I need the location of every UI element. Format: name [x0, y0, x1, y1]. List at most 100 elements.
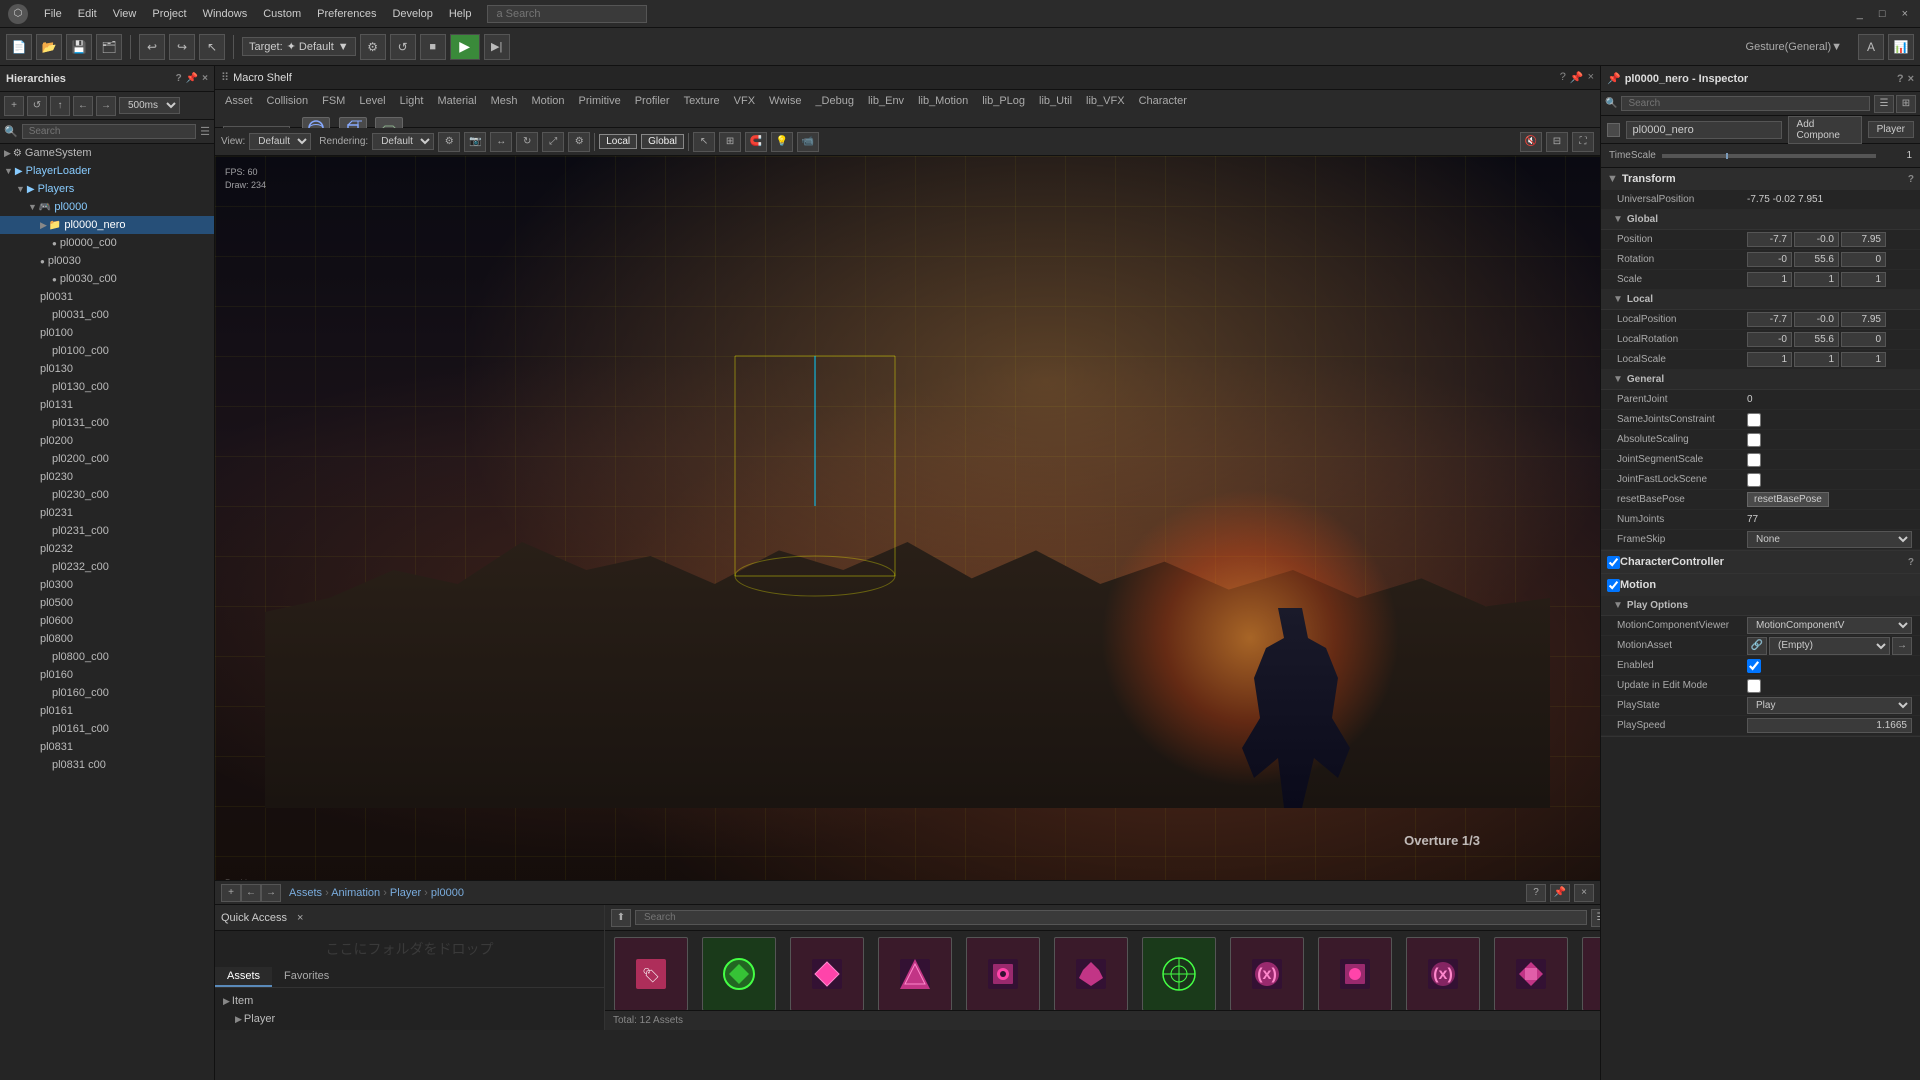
same-joints-check[interactable]	[1747, 413, 1761, 427]
tree-item-pl0800[interactable]: pl0800	[0, 630, 214, 648]
hier-up-btn[interactable]: ↑	[50, 96, 70, 116]
vp-fullscreen-btn[interactable]: ⛶	[1572, 132, 1594, 152]
insp-view-btn-1[interactable]: ☰	[1874, 95, 1894, 113]
asset-item-parameter[interactable]: (x) pl0000_parameter	[1227, 937, 1307, 1010]
vp-scale-btn[interactable]: ⤢	[542, 132, 564, 152]
qa-item-commondamage[interactable]: ▶ CommonDamage	[219, 1028, 600, 1030]
character-controller-check[interactable]	[1607, 556, 1620, 569]
tree-item-pl0000[interactable]: ▼ 🎮 pl0000	[0, 198, 214, 216]
view-select[interactable]: Default	[249, 133, 311, 150]
asset-item-pl0000a[interactable]: pl0000_a	[699, 937, 779, 1010]
vp-more-btn[interactable]: ⚙	[568, 132, 590, 152]
tab-motion[interactable]: Motion	[526, 94, 571, 108]
tree-item-pl0300[interactable]: pl0300	[0, 576, 214, 594]
qa-item-item[interactable]: ▶ Item	[219, 992, 600, 1010]
motion-asset-link-btn[interactable]: 🔗	[1747, 637, 1767, 655]
tree-item-pl0131[interactable]: pl0131	[0, 396, 214, 414]
qa-tab-assets[interactable]: Assets	[215, 967, 272, 987]
vp-snap-btn[interactable]: 🧲	[745, 132, 767, 152]
hier-pin[interactable]: 📌	[186, 73, 198, 84]
menu-custom[interactable]: Custom	[255, 6, 309, 22]
play-button[interactable]: ▶	[450, 34, 480, 60]
reset-base-btn[interactable]: resetBasePose	[1747, 492, 1829, 507]
menu-develop[interactable]: Develop	[384, 6, 440, 22]
rotation-y[interactable]	[1794, 252, 1839, 267]
local-rotation-y[interactable]	[1794, 332, 1839, 347]
asset-item-nerozero[interactable]: 🏷 ネロ/アクションタグ	[611, 937, 691, 1010]
position-x[interactable]	[1747, 232, 1792, 247]
qa-item-player[interactable]: ▶ Player	[219, 1010, 600, 1028]
open-btn[interactable]: 📂	[36, 34, 62, 60]
save-all-btn[interactable]: 🗂	[96, 34, 122, 60]
asset-item-camera[interactable]: pl0000_camera	[963, 937, 1043, 1010]
tree-item-pl0600[interactable]: pl0600	[0, 612, 214, 630]
vp-select-btn[interactable]: ↖	[693, 132, 715, 152]
transform-header[interactable]: ▼ Transform ?	[1601, 168, 1920, 190]
tab-texture[interactable]: Texture	[678, 94, 726, 108]
local-rotation-x[interactable]	[1747, 332, 1792, 347]
local-scale-y[interactable]	[1794, 352, 1839, 367]
menu-edit[interactable]: Edit	[70, 6, 105, 22]
local-scale-z[interactable]	[1841, 352, 1886, 367]
local-rotation-z[interactable]	[1841, 332, 1886, 347]
tree-item-pl0000-c00[interactable]: ● pl0000_c00	[0, 234, 214, 252]
asset-item-pl0000b[interactable]: pl0000	[787, 937, 867, 1010]
tab-profiler[interactable]: Profiler	[629, 94, 676, 108]
hier-refresh-btn[interactable]: ↺	[27, 96, 47, 116]
vp-grid-btn[interactable]: ⊞	[719, 132, 741, 152]
hier-back-btn[interactable]: ←	[73, 96, 93, 116]
tree-item-pl0200-c00[interactable]: pl0200_c00	[0, 450, 214, 468]
tab-debug[interactable]: _Debug	[809, 94, 860, 108]
tree-item-pl0030[interactable]: ● pl0030	[0, 252, 214, 270]
breadcrumb-assets[interactable]: Assets	[289, 887, 322, 899]
tree-item-pl0831[interactable]: pl0831	[0, 738, 214, 756]
new-btn[interactable]: 📄	[6, 34, 32, 60]
insp-view-btn-2[interactable]: ⊞	[1896, 95, 1916, 113]
asset-item-jointmap[interactable]: pl0000_lointMap	[1139, 937, 1219, 1010]
menu-view[interactable]: View	[105, 6, 145, 22]
window-minimize[interactable]: _	[1853, 6, 1867, 22]
rotation-x[interactable]	[1747, 252, 1792, 267]
menu-project[interactable]: Project	[144, 6, 194, 22]
inspector-close[interactable]: ×	[1908, 73, 1914, 85]
position-z[interactable]	[1841, 232, 1886, 247]
tab-lib-vfx[interactable]: lib_VFX	[1080, 94, 1131, 108]
bp-forward-btn[interactable]: →	[261, 884, 281, 902]
tab-vfx[interactable]: VFX	[728, 94, 761, 108]
macro-pin[interactable]: 📌	[1570, 71, 1584, 84]
tab-light[interactable]: Light	[394, 94, 430, 108]
save-btn[interactable]: 💾	[66, 34, 92, 60]
breadcrumb-pl0000[interactable]: pl0000	[431, 887, 464, 899]
update-edit-check[interactable]	[1747, 679, 1761, 693]
joint-fast-check[interactable]	[1747, 473, 1761, 487]
menu-help[interactable]: Help	[441, 6, 480, 22]
ab-upload-btn[interactable]: ⬆	[611, 909, 631, 927]
tab-wwise[interactable]: Wwise	[763, 94, 807, 108]
inspector-search-input[interactable]	[1621, 96, 1870, 111]
hier-filter-icon[interactable]: ☰	[200, 125, 210, 138]
hier-close[interactable]: ×	[202, 73, 208, 84]
stop-button[interactable]: ■	[420, 34, 446, 60]
local-position-x[interactable]	[1747, 312, 1792, 327]
tree-item-pl0031[interactable]: pl0031	[0, 288, 214, 306]
settings-btn[interactable]: ⚙	[360, 34, 386, 60]
tree-item-pl0131-c00[interactable]: pl0131_c00	[0, 414, 214, 432]
local-position-z[interactable]	[1841, 312, 1886, 327]
play-speed-input[interactable]	[1747, 718, 1912, 733]
tab-primitive[interactable]: Primitive	[573, 94, 627, 108]
tab-mesh[interactable]: Mesh	[485, 94, 524, 108]
chart-btn[interactable]: 📊	[1888, 34, 1914, 60]
tree-item-pl0130[interactable]: pl0130	[0, 360, 214, 378]
redo-btn[interactable]: ↪	[169, 34, 195, 60]
entity-color-swatch[interactable]	[1607, 123, 1620, 137]
window-close[interactable]: ×	[1898, 6, 1912, 22]
tree-item-pl0000-nero[interactable]: ▶ 📁 pl0000_nero	[0, 216, 214, 234]
qa-tab-favorites[interactable]: Favorites	[272, 967, 341, 987]
character-controller-help[interactable]: ?	[1908, 557, 1914, 568]
tab-lib-plog[interactable]: lib_PLog	[976, 94, 1031, 108]
breadcrumb-player[interactable]: Player	[390, 887, 421, 899]
position-y[interactable]	[1794, 232, 1839, 247]
motion-component-viewer-select[interactable]: MotionComponentV	[1747, 617, 1912, 634]
global-search-input[interactable]	[487, 5, 647, 23]
tree-item-pl0161-c00[interactable]: pl0161_c00	[0, 720, 214, 738]
